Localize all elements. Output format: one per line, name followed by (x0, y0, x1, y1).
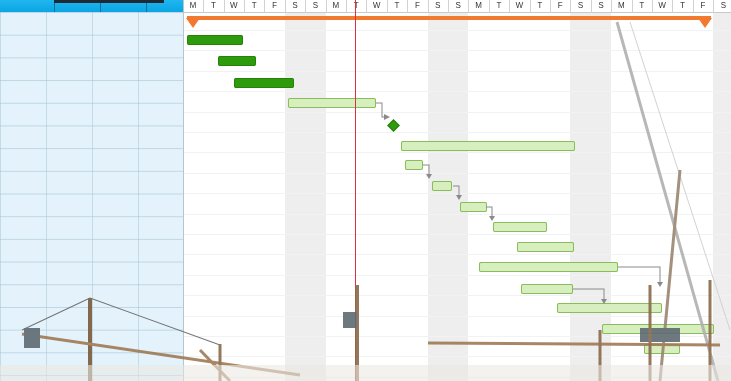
summary-start-marker-icon (186, 18, 200, 28)
row-line (184, 376, 731, 378)
row-line (184, 91, 731, 93)
row-line (184, 50, 731, 52)
day-label: T (639, 1, 645, 10)
task-bar[interactable] (493, 222, 547, 232)
row-line (184, 295, 731, 297)
task-bar[interactable] (432, 181, 452, 191)
day-label: T (394, 1, 400, 10)
row-line (184, 274, 731, 276)
row-line (184, 152, 731, 154)
task-bar[interactable] (521, 284, 573, 294)
day-label: S (455, 1, 461, 10)
day-label: S (577, 1, 584, 10)
row-line (184, 172, 731, 174)
gantt-chart[interactable]: MTWTFSSMTWTFSSMTWTFSSMTWTFS (184, 0, 731, 381)
timeline-header: MTWTFSSMTWTFSSMTWTFSSMTWTFS (184, 0, 731, 13)
row-line (184, 336, 731, 337)
task-bar[interactable] (405, 160, 423, 170)
task-bar[interactable] (187, 35, 243, 45)
day-label: T (251, 1, 257, 10)
day-label: W (515, 1, 524, 10)
grid-rows[interactable] (0, 12, 183, 381)
grid-header-strip (54, 0, 164, 3)
task-bar[interactable] (234, 78, 294, 88)
row-line (184, 356, 731, 358)
row-line (184, 254, 731, 256)
task-bar[interactable] (644, 344, 680, 354)
day-label: S (312, 1, 319, 10)
day-label: W (658, 1, 666, 10)
day-label: S (435, 1, 441, 10)
milestone-diamond-icon[interactable] (387, 119, 400, 132)
summary-end-marker-icon (698, 18, 712, 28)
task-bar[interactable] (602, 324, 714, 334)
row-line (184, 30, 731, 31)
day-label: T (353, 1, 359, 10)
day-label: M (475, 1, 482, 10)
row-line (184, 193, 731, 195)
task-bar[interactable] (218, 56, 256, 66)
task-bar[interactable] (460, 202, 487, 212)
day-label: T (496, 1, 502, 10)
weekend-band (713, 13, 731, 381)
weekend-band (284, 13, 326, 381)
day-label: W (230, 1, 238, 10)
row-line (184, 70, 731, 72)
task-bar[interactable] (401, 141, 575, 151)
day-label: S (292, 1, 298, 10)
task-bar[interactable] (288, 98, 376, 108)
day-label: T (537, 1, 543, 10)
day-label: F (272, 1, 278, 10)
row-line (184, 234, 731, 235)
grid-column-header[interactable] (0, 0, 55, 12)
task-grid[interactable] (0, 0, 184, 381)
day-label: S (720, 1, 727, 10)
task-bar[interactable] (479, 262, 618, 272)
day-label: F (414, 1, 420, 10)
day-label: S (598, 1, 604, 10)
row-line (184, 132, 731, 133)
day-label: M (618, 1, 625, 10)
day-label: T (680, 1, 686, 10)
weekend-band (427, 13, 469, 381)
day-label: M (189, 1, 197, 10)
summary-task-bar[interactable] (187, 16, 711, 20)
row-line (184, 315, 731, 317)
day-label: F (700, 1, 706, 10)
task-bar[interactable] (517, 242, 574, 252)
day-label: M (332, 1, 340, 10)
day-label: T (210, 1, 216, 10)
row-line (184, 111, 731, 113)
day-label: W (372, 1, 381, 10)
today-marker-line (355, 0, 356, 381)
day-label: F (557, 1, 563, 10)
row-line (184, 213, 731, 215)
task-bar[interactable] (557, 303, 662, 313)
